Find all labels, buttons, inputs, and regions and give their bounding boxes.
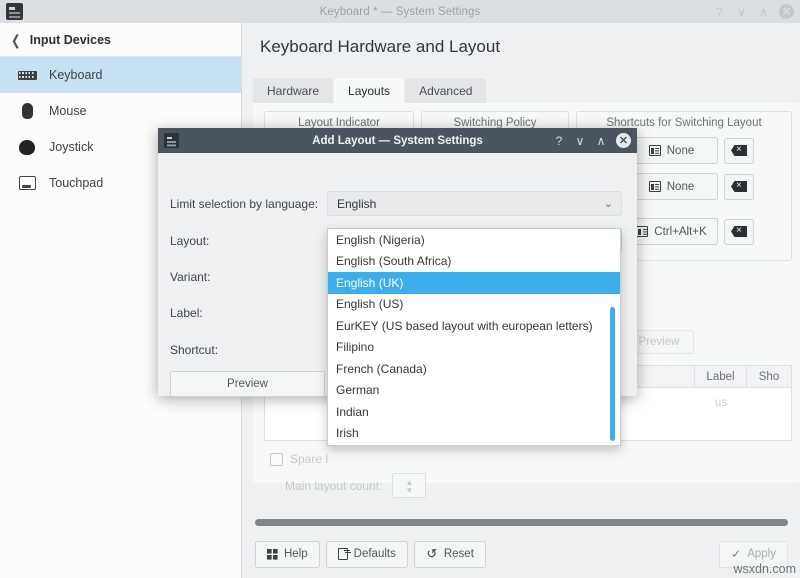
spare-layouts-label: Spare l — [290, 452, 328, 466]
shortcut-icon — [649, 181, 661, 192]
joystick-icon — [17, 140, 37, 155]
sidebar-item-keyboard[interactable]: Keyboard — [0, 57, 241, 93]
tab-hardware[interactable]: Hardware — [253, 78, 333, 103]
shortcut-icon — [636, 226, 648, 237]
table-cell-label: us — [695, 388, 747, 418]
clear-shortcut-button[interactable] — [724, 219, 754, 245]
sidebar-header-label: Input Devices — [30, 33, 111, 47]
horizontal-scrollbar[interactable] — [255, 519, 788, 526]
help-button[interactable]: Help — [255, 541, 320, 568]
dropdown-scrollbar-thumb[interactable] — [610, 307, 615, 441]
layout-label: Layout: — [170, 234, 209, 248]
shortcut-button[interactable]: None — [625, 173, 718, 200]
page-title: Keyboard Hardware and Layout — [260, 37, 500, 57]
table-cell-shortcut — [747, 388, 791, 418]
chevron-left-icon: ❮ — [11, 33, 20, 47]
dropdown-item[interactable]: English (Nigeria) — [328, 229, 620, 251]
clear-shortcut-button[interactable] — [724, 174, 754, 200]
dropdown-item[interactable]: Indian — [328, 401, 620, 423]
shortcut-value: None — [667, 145, 695, 157]
sidebar-item-label: Keyboard — [49, 68, 103, 82]
dialog-preview-button[interactable]: Preview — [170, 371, 325, 397]
keyboard-icon — [17, 71, 37, 80]
watermark: wsxdn.com — [733, 562, 796, 576]
maximize-button[interactable]: ∧ — [757, 6, 770, 18]
spare-layouts-checkbox[interactable] — [270, 453, 283, 466]
spare-layouts-checkbox-row[interactable]: Spare l — [270, 452, 328, 466]
dropdown-item[interactable]: English (US) — [328, 294, 620, 316]
minimize-button[interactable]: ∨ — [735, 6, 748, 18]
language-label: Limit selection by language: — [170, 197, 318, 211]
reset-label: Reset — [444, 548, 474, 560]
clear-shortcut-button[interactable] — [724, 138, 754, 164]
help-button[interactable]: ? — [713, 6, 726, 18]
dropdown-item[interactable]: English (South Africa) — [328, 251, 620, 273]
footer-button-bar: Help Defaults ↺ Reset ✓ Apply — [255, 540, 788, 568]
dropdown-item[interactable]: Irish — [328, 423, 620, 445]
touchpad-icon — [17, 176, 37, 190]
main-layout-count-stepper[interactable]: ▴ ▾ — [392, 473, 426, 498]
chevron-down-icon: ⌄ — [604, 197, 613, 210]
dropdown-item-selected[interactable]: English (UK) — [328, 272, 620, 294]
dialog-close-button[interactable]: ✕ — [616, 133, 631, 148]
dialog-minimize-button[interactable]: ∨ — [574, 134, 586, 148]
eraser-icon — [731, 181, 747, 192]
sidebar-item-label: Joystick — [49, 140, 93, 154]
defaults-icon — [338, 548, 348, 560]
apply-label: Apply — [747, 548, 776, 560]
check-icon: ✓ — [731, 547, 741, 561]
language-combobox[interactable]: English ⌄ — [327, 191, 622, 216]
main-layout-count-row: Main layout count: ▴ ▾ — [285, 473, 426, 498]
sidebar-item-mouse[interactable]: Mouse — [0, 93, 241, 129]
main-window-titlebar: Keyboard * — System Settings ? ∨ ∧ ✕ — [0, 0, 800, 23]
shortcut-icon — [649, 145, 661, 156]
dialog-window-controls: ? ∨ ∧ ✕ — [553, 128, 631, 153]
mouse-icon — [17, 103, 37, 119]
shortcut-button[interactable]: Ctrl+Alt+K — [625, 218, 718, 245]
window-controls: ? ∨ ∧ ✕ — [713, 0, 794, 23]
shortcut-value: None — [667, 181, 695, 193]
dropdown-item[interactable]: EurKEY (US based layout with european le… — [328, 315, 620, 337]
table-header-label[interactable]: Label — [695, 366, 747, 387]
screen: Keyboard * — System Settings ? ∨ ∧ ✕ ❮ I… — [0, 0, 800, 578]
shortcut-label: Shortcut: — [170, 343, 218, 357]
label-label: Label: — [170, 306, 203, 320]
shortcut-value: Ctrl+Alt+K — [654, 226, 706, 238]
tab-bar: Hardware Layouts Advanced — [253, 78, 800, 103]
eraser-icon — [731, 145, 747, 156]
sidebar-item-label: Mouse — [49, 104, 87, 118]
tab-advanced[interactable]: Advanced — [405, 78, 486, 103]
shortcut-button[interactable]: None — [625, 137, 718, 164]
chevron-down-icon: ▾ — [407, 486, 412, 494]
help-label: Help — [284, 548, 308, 560]
variant-label: Variant: — [170, 270, 210, 284]
defaults-label: Defaults — [354, 548, 396, 560]
dropdown-item[interactable]: Filipino — [328, 337, 620, 359]
main-layout-count-label: Main layout count: — [285, 479, 382, 493]
dropdown-item[interactable]: German — [328, 380, 620, 402]
table-header-shortcut[interactable]: Sho — [747, 366, 791, 387]
layout-dropdown-popup: English (Nigeria) English (South Africa)… — [327, 228, 621, 446]
scrollbar-thumb[interactable] — [255, 519, 788, 526]
reset-button[interactable]: ↺ Reset — [414, 541, 486, 568]
dialog-titlebar: Add Layout — System Settings ? ∨ ∧ ✕ — [158, 128, 637, 153]
sidebar-item-label: Touchpad — [49, 176, 103, 190]
language-value: English — [337, 197, 376, 211]
window-title: Keyboard * — System Settings — [0, 6, 800, 18]
defaults-button[interactable]: Defaults — [326, 541, 408, 568]
dialog-maximize-button[interactable]: ∧ — [595, 134, 607, 148]
help-icon — [267, 549, 278, 560]
sidebar-back-header[interactable]: ❮ Input Devices — [0, 23, 241, 57]
dropdown-item[interactable]: French (Canada) — [328, 358, 620, 380]
eraser-icon — [731, 226, 747, 237]
dialog-help-button[interactable]: ? — [553, 134, 565, 148]
tab-layouts[interactable]: Layouts — [334, 78, 404, 103]
close-button[interactable]: ✕ — [779, 4, 794, 19]
reset-icon: ↺ — [426, 548, 438, 560]
